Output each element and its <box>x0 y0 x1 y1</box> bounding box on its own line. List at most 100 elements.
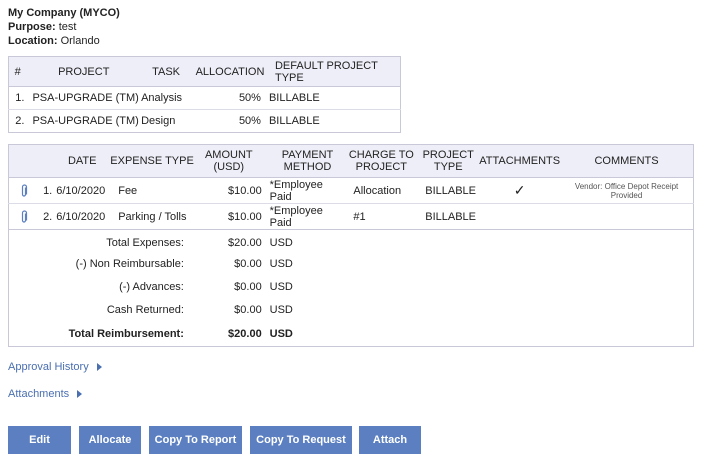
purpose-line: Purpose: test <box>8 20 120 34</box>
date-cell: 6/10/2020 <box>56 184 106 197</box>
non-reimbursable-currency: USD <box>269 258 293 270</box>
copy-to-report-button[interactable]: Copy To Report <box>149 426 242 454</box>
advances-label: (-) Advances: <box>119 281 184 293</box>
edit-button[interactable]: Edit <box>8 426 71 454</box>
project-cell: PSA-UPGRADE (TM) <box>32 92 139 104</box>
col-comments: COMMENTS <box>560 144 694 178</box>
advances-currency: USD <box>269 281 293 293</box>
allocation-row: 2. PSA-UPGRADE (TM) Design 50% BILLABLE <box>8 109 401 133</box>
amount-cell: $10.00 <box>195 203 262 230</box>
copy-to-request-button[interactable]: Copy To Request <box>250 426 352 454</box>
project-cell: PSA-UPGRADE (TM) <box>26 109 142 133</box>
non-reimbursable-row: (-) Non Reimbursable: $0.00 USD <box>9 253 694 276</box>
paperclip-icon[interactable] <box>9 178 39 204</box>
cash-returned-row: Cash Returned: $0.00 USD <box>9 299 694 322</box>
col-date: DATE <box>56 144 109 178</box>
attachment-cell <box>479 203 561 230</box>
total-reimbursement-currency: USD <box>269 327 293 340</box>
col-ptype-line2: TYPE <box>433 161 463 173</box>
paperclip-icon[interactable] <box>20 183 28 198</box>
charge-to-project-cell: Allocation <box>353 184 402 197</box>
amount-cell: $10.00 <box>228 184 262 197</box>
expense-row[interactable]: 2. 6/10/2020 Parking / Tolls $10.00 *Emp… <box>8 203 694 230</box>
attachments-label[interactable]: Attachments <box>8 388 69 400</box>
expense-type-cell: Parking / Tolls <box>108 203 196 230</box>
attach-button[interactable]: Attach <box>359 426 421 454</box>
total-expenses-currency: USD <box>269 229 694 253</box>
col-expense-type: EXPENSE TYPE <box>108 144 196 178</box>
comment-cell: Vendor: Office Depot Receipt Provided <box>574 181 679 200</box>
row-number: 1. <box>15 92 25 104</box>
row-number: 1. <box>43 184 53 197</box>
approval-history-link[interactable]: Approval History <box>8 361 102 373</box>
non-reimbursable-label: (-) Non Reimbursable: <box>75 258 184 270</box>
expense-type-cell: Fee <box>118 184 138 197</box>
cash-returned-label: Cash Returned: <box>106 304 184 316</box>
col-amount-line2: (USD) <box>213 161 245 173</box>
non-reimbursable-value: $0.00 <box>234 258 262 270</box>
triangle-right-icon[interactable] <box>96 363 102 372</box>
col-payment-line1: PAYMENT <box>281 149 334 161</box>
comment-cell <box>560 203 694 230</box>
company-name: My Company (MYCO) <box>8 7 120 19</box>
allocation-row: 1. PSA-UPGRADE (TM) Analysis 50% BILLABL… <box>9 87 401 110</box>
col-spacer <box>261 144 270 178</box>
col-number: # <box>8 56 27 87</box>
col-attachment-icon <box>8 144 39 178</box>
expense-header-row: DATE EXPENSE TYPE AMOUNT (USD) PAYMENT M… <box>8 144 694 178</box>
date-cell: 6/10/2020 <box>56 203 109 230</box>
report-header: My Company (MYCO) Purpose: test Location… <box>8 6 120 48</box>
total-reimbursement-value: $20.00 <box>228 327 262 340</box>
advances-row: (-) Advances: $0.00 USD <box>9 276 694 299</box>
col-charge-to-project: CHARGE TO PROJECT <box>345 144 418 178</box>
charge-to-project-cell: #1 <box>345 203 418 230</box>
col-charge-line1: CHARGE TO <box>348 149 414 161</box>
col-allocation: ALLOCATION <box>191 56 269 87</box>
expense-row[interactable]: 1. 6/10/2020 Fee $10.00 *Employee Paid A… <box>9 178 694 204</box>
attachments-link[interactable]: Attachments <box>8 388 83 400</box>
col-row-number <box>38 144 57 178</box>
project-type-cell: BILLABLE <box>417 203 480 230</box>
col-project-type: PROJECT TYPE <box>417 144 480 178</box>
location-label: Location: <box>8 35 58 47</box>
payment-method-cell: *Employee Paid <box>269 178 323 203</box>
col-amount-line1: AMOUNT <box>204 149 253 161</box>
total-expenses-value: $20.00 <box>195 229 262 253</box>
col-amount: AMOUNT (USD) <box>195 144 262 178</box>
payment-method-cell: *Employee Paid <box>269 203 346 230</box>
total-reimbursement-label: Total Reimbursement: <box>68 327 184 340</box>
purpose-value: test <box>58 21 77 33</box>
allocation-table: # PROJECT TASK ALLOCATION DEFAULT PROJEC… <box>8 56 401 133</box>
col-default-project-type: DEFAULT PROJECT TYPE <box>268 56 401 87</box>
paperclip-icon[interactable] <box>8 203 39 230</box>
spacer-cell <box>262 178 270 204</box>
expense-table: DATE EXPENSE TYPE AMOUNT (USD) PAYMENT M… <box>8 144 694 347</box>
row-number: 2. <box>38 203 57 230</box>
allocation-cell: 50% <box>191 109 269 133</box>
task-cell: Analysis <box>141 92 183 104</box>
checkmark-icon: ✓ <box>513 182 526 198</box>
row-number: 2. <box>8 109 27 133</box>
total-expenses-label: Total Expenses: <box>8 229 196 253</box>
col-project: PROJECT <box>26 56 142 87</box>
cash-returned-currency: USD <box>269 304 293 316</box>
project-type-cell: BILLABLE <box>268 109 401 133</box>
approval-history-label[interactable]: Approval History <box>8 361 89 373</box>
spacer-cell <box>261 203 270 230</box>
allocation-cell: 50% <box>238 92 261 104</box>
allocate-button[interactable]: Allocate <box>79 426 141 454</box>
total-expenses-row: Total Expenses: $20.00 USD <box>8 229 694 253</box>
col-payment-method: PAYMENT METHOD <box>269 144 346 178</box>
location-line: Location: Orlando <box>8 34 120 48</box>
total-reimbursement-row: Total Reimbursement: $20.00 USD <box>9 322 694 347</box>
task-cell: Design <box>141 109 192 133</box>
project-type-cell: BILLABLE <box>425 184 477 197</box>
triangle-right-icon[interactable] <box>77 390 83 399</box>
cash-returned-value: $0.00 <box>234 304 262 316</box>
col-attachments: ATTACHMENTS <box>479 144 561 178</box>
allocation-header-row: # PROJECT TASK ALLOCATION DEFAULT PROJEC… <box>8 56 401 87</box>
col-task: TASK <box>141 56 192 87</box>
paperclip-icon[interactable] <box>20 209 28 224</box>
col-payment-line2: METHOD <box>283 161 332 173</box>
project-type-cell: BILLABLE <box>268 92 320 104</box>
